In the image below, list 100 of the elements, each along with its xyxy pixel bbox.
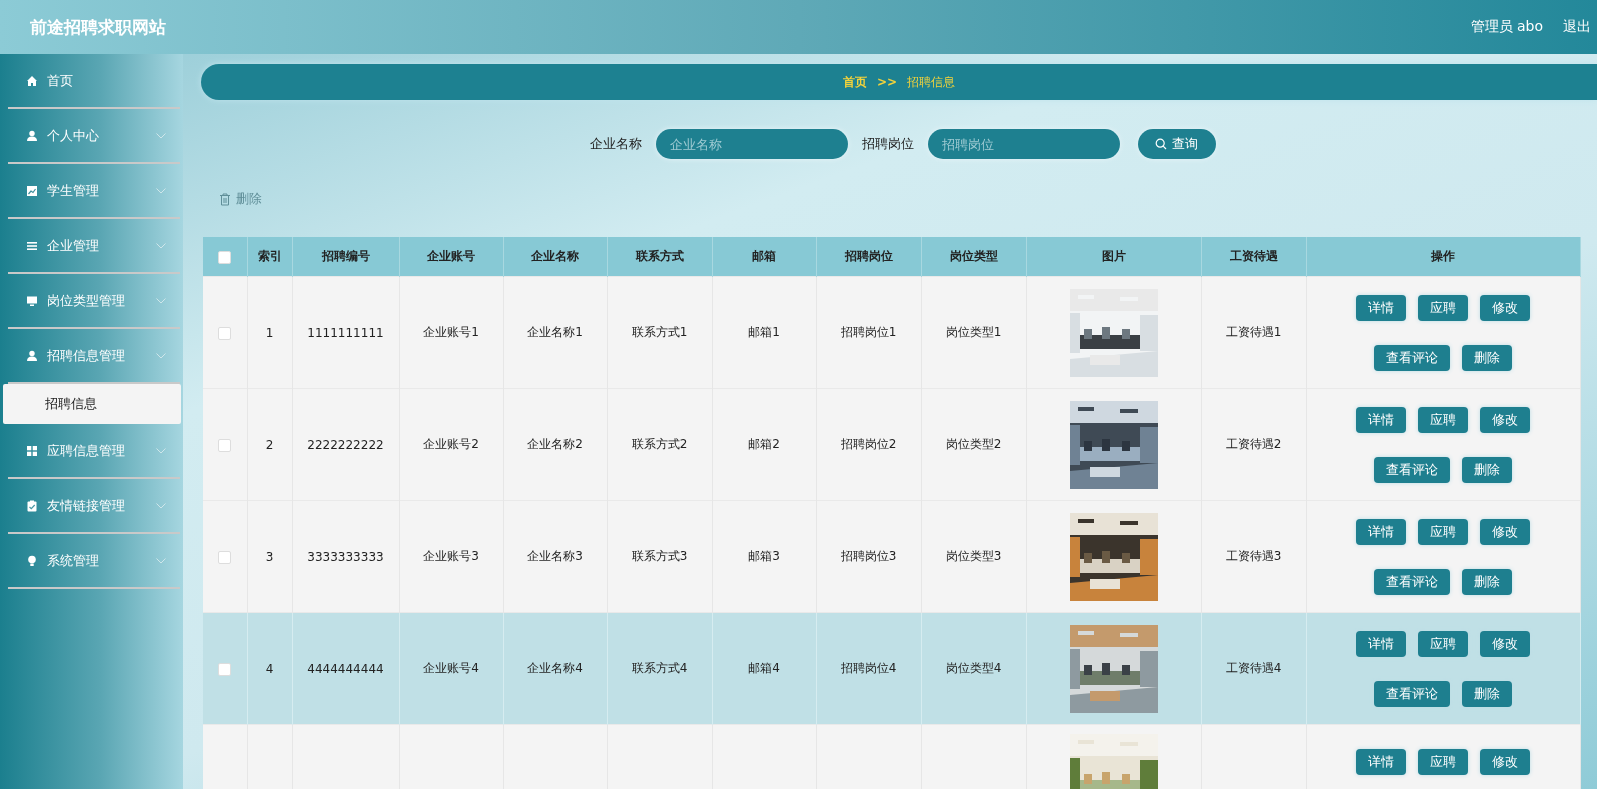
field-label: 招聘岗位 [861,135,914,153]
sidebar-item[interactable]: 系统管理 [8,534,180,589]
monitor-icon [26,294,38,307]
grid-icon [26,444,38,457]
row-checkbox[interactable] [218,438,232,452]
table-cell: 邮箱3 [748,549,780,563]
search-button[interactable]: 查询 [1137,129,1216,159]
action-button[interactable]: 应聘 [1418,518,1468,545]
table-cell: 工资待遇4 [1225,661,1282,675]
column-header: 图片 [1026,237,1201,277]
row-checkbox[interactable] [218,662,232,676]
action-button[interactable]: 详情 [1356,294,1406,321]
action-button[interactable]: 详情 [1356,749,1406,775]
action-button[interactable]: 应聘 [1418,406,1468,433]
table-cell: 4 [265,661,274,676]
table-cell: 岗位类型3 [945,549,1002,563]
table-cell: 企业账号4 [423,661,479,675]
sidebar-item[interactable]: 友情链接管理 [8,479,180,534]
home-icon [26,74,38,87]
action-button[interactable]: 修改 [1480,630,1530,657]
site-title: 前途招聘求职网站 [30,15,166,39]
column-header: 招聘岗位 [816,237,921,277]
column-header: 工资待遇 [1201,237,1306,277]
row-checkbox[interactable] [218,550,232,564]
sidebar-item[interactable]: 企业管理 [8,219,180,274]
action-button[interactable]: 查看评论 [1374,344,1450,371]
chevron-down-icon [156,297,166,304]
action-button[interactable]: 删除 [1462,680,1512,707]
chevron-down-icon [156,502,166,509]
table-cell: 工资待遇1 [1225,325,1282,339]
table-cell: 企业账号3 [423,549,479,563]
chevron-down-icon [156,132,166,139]
action-button[interactable]: 修改 [1480,294,1530,321]
table-cell: 4444444444 [307,661,384,676]
action-button[interactable]: 修改 [1480,406,1530,433]
table-cell: 联系方式3 [631,549,688,563]
breadcrumb-link[interactable]: 首页 [842,73,867,91]
action-button[interactable]: 删除 [1462,568,1512,595]
search-field[interactable]: 企业名称 [655,129,848,159]
table-cell: 2222222222 [307,437,384,452]
table-cell: 招聘岗位1 [840,325,897,339]
table-cell: 企业名称1 [527,325,583,339]
table-cell: 岗位类型2 [945,437,1002,451]
action-button[interactable]: 查看评论 [1374,680,1450,707]
action-button[interactable]: 应聘 [1418,630,1468,657]
list-icon [26,239,38,252]
clipboard-icon [26,499,38,512]
column-header: 企业账号 [399,237,503,277]
column-header: 邮箱 [712,237,816,277]
table-cell: 招聘岗位2 [840,437,897,451]
sidebar-item[interactable]: 应聘信息管理 [8,424,180,479]
table-cell: 联系方式1 [631,325,688,339]
search-icon [1155,138,1167,150]
column-header: 索引 [247,237,292,277]
column-header: 操作 [1306,237,1580,277]
column-header: 联系方式 [607,237,712,277]
select-all-checkbox[interactable] [218,250,232,264]
bulb-icon [26,554,38,567]
action-button[interactable]: 删除 [1462,456,1512,483]
chevron-down-icon [156,447,166,454]
sidebar-item[interactable]: 个人中心 [8,109,180,164]
action-button[interactable]: 详情 [1356,518,1406,545]
table-cell: 岗位类型1 [945,325,1002,339]
action-button[interactable]: 查看评论 [1374,568,1450,595]
chevron-down-icon [156,187,166,194]
action-button[interactable]: 查看评论 [1374,456,1450,483]
table-cell: 联系方式4 [631,661,688,675]
person-icon [26,129,38,142]
column-header: 岗位类型 [921,237,1026,277]
table-cell: 邮箱1 [748,325,780,339]
table-cell: 3 [265,549,274,564]
search-field[interactable]: 招聘岗位 [927,129,1120,159]
sidebar-item[interactable]: 学生管理 [8,164,180,219]
row-checkbox[interactable] [218,326,232,340]
action-button[interactable]: 应聘 [1418,749,1468,775]
sidebar-item[interactable]: 首页 [8,54,180,109]
table-cell: 工资待遇2 [1225,437,1282,451]
table-cell: 招聘岗位3 [840,549,897,563]
action-button[interactable]: 应聘 [1418,294,1468,321]
trash-icon [219,192,231,206]
action-button[interactable]: 修改 [1480,749,1530,775]
column-header: 企业名称 [503,237,607,277]
logout-link[interactable]: 退出 [1563,18,1591,36]
user-name: 管理员 abo [1470,18,1543,36]
breadcrumb-separator: >> [876,75,898,89]
table-cell: 邮箱2 [748,437,780,451]
action-button[interactable]: 删除 [1462,344,1512,371]
action-button[interactable]: 详情 [1356,406,1406,433]
action-button[interactable]: 修改 [1480,518,1530,545]
table-cell: 企业账号1 [423,325,479,339]
table-cell: 企业名称2 [527,437,583,451]
sidebar-item[interactable]: 岗位类型管理 [8,274,180,329]
chevron-down-icon [156,557,166,564]
action-button[interactable]: 详情 [1356,630,1406,657]
table-cell: 邮箱4 [748,661,780,675]
table-cell: 岗位类型4 [945,661,1002,675]
table-cell: 1 [265,325,274,340]
sidebar-subitem[interactable]: 招聘信息 [3,384,181,424]
person-icon [26,349,38,362]
chevron-down-icon [156,352,166,359]
